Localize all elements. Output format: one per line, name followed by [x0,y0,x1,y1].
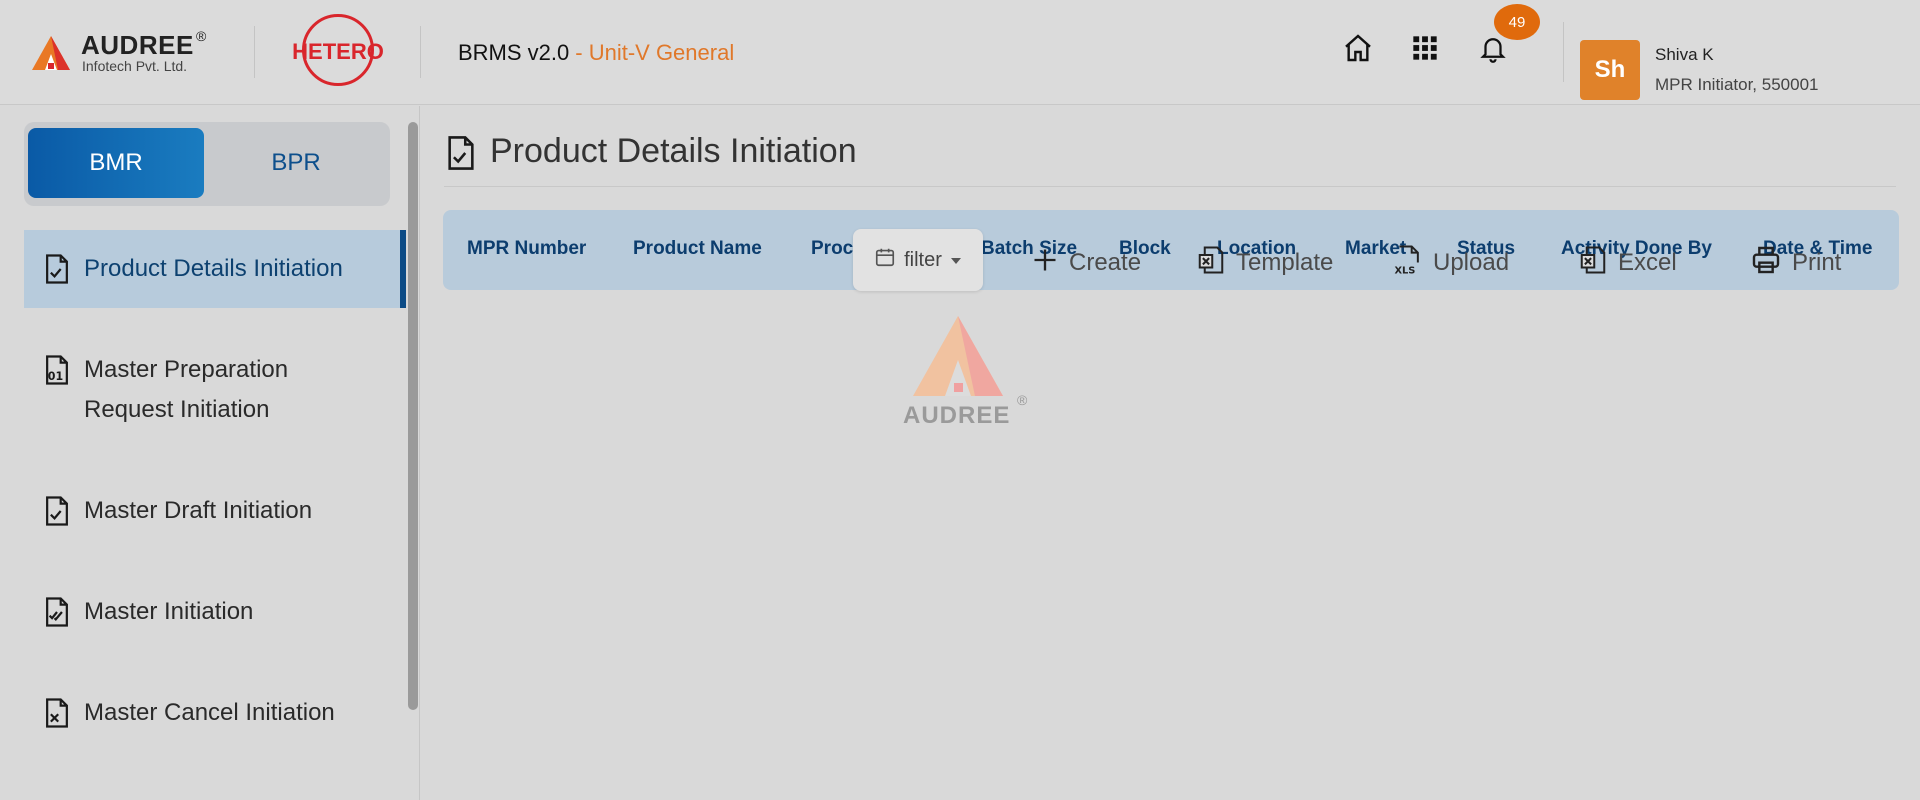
hetero-logo: HETERO [288,14,388,90]
upload-button[interactable]: XLS Upload [1393,234,1509,292]
page-title: Product Details Initiation [490,132,857,170]
unit-name: - Unit-V General [575,40,735,65]
user-role: MPR Initiator, 550001 [1655,75,1819,94]
app-name: BRMS v2.0 [458,40,570,65]
audree-watermark: AUDREE ® [903,316,1033,429]
column-header-mpr-number[interactable]: MPR Number [467,238,586,260]
top-header: AUDREE ® Infotech Pvt. Ltd. HETERO BRMS … [0,0,1920,105]
sidebar-item-master-draft-initiation[interactable]: Master Draft Initiation [24,491,406,541]
user-name: Shiva K [1655,45,1714,64]
document-check-icon [444,134,478,177]
create-label: Create [1069,249,1142,276]
watermark-reg: ® [1017,392,1028,408]
filter-button[interactable]: filter [853,229,983,291]
column-header-proc[interactable]: Proc [811,238,853,260]
sidebar-item-label: Product Details Initiation [84,255,343,282]
table-header: MPR Number Product Name Proc Batch Size … [443,210,1899,290]
bmr-bpr-toggle: BMR BPR [24,122,390,206]
audree-logo[interactable]: AUDREE ® Infotech Pvt. Ltd. [30,28,220,78]
svg-text:XLS: XLS [1394,265,1415,275]
audree-logo-icon [32,36,70,70]
sidebar-item-label: Master Cancel Initiation [84,699,335,726]
header-divider [254,26,255,78]
avatar[interactable]: Sh [1580,40,1640,100]
sidebar-item-master-preparation-request-initiation[interactable]: 01 Master Preparation Request Initiation [24,350,406,446]
print-button[interactable]: Print [1750,234,1841,292]
sidebar-item-master-cancel-initiation[interactable]: Master Cancel Initiation [24,693,406,743]
excel-file-icon [1196,245,1226,282]
document-check-icon [42,491,76,531]
home-icon[interactable] [1340,30,1376,66]
notification-badge[interactable]: 49 [1494,4,1540,40]
document-check-icon [42,249,76,289]
sidebar-item-label-line: Request Initiation [84,396,270,423]
sidebar-item-label: Master Preparation Request Initiation [84,350,288,430]
template-label: Template [1236,249,1334,276]
excel-button[interactable]: Excel [1578,234,1677,292]
sidebar-item-product-details-initiation[interactable]: Product Details Initiation [24,230,406,308]
create-button[interactable]: Create [1031,234,1141,292]
app-title: BRMS v2.0- Unit-V General [458,40,734,66]
sidebar-item-label: Master Initiation [84,598,254,625]
excel-label: Excel [1618,249,1677,276]
sidebar-item-master-initiation[interactable]: Master Initiation [24,592,406,642]
column-header-product-name[interactable]: Product Name [633,238,762,260]
sidebar-item-label-line: Master Preparation [84,356,289,383]
printer-icon [1750,244,1782,283]
brand-subtitle: Infotech Pvt. Ltd. [82,58,188,74]
document-double-check-icon [42,592,76,632]
xls-file-icon: XLS [1393,244,1423,283]
upload-label: Upload [1433,249,1510,276]
sidebar-scrollbar[interactable] [408,122,418,710]
page-title-row: Product Details Initiation [444,130,1896,187]
brand-registered-mark: ® [196,28,207,44]
svg-text:01: 01 [48,370,63,383]
header-divider [1563,22,1564,82]
brand-name: AUDREE [81,30,194,60]
watermark-text: AUDREE [903,402,1011,429]
apps-grid-icon[interactable] [1407,30,1443,66]
plus-icon [1031,246,1059,281]
header-divider [420,26,421,78]
sidebar-item-label: Master Draft Initiation [84,497,313,524]
template-button[interactable]: Template [1196,234,1333,292]
sidebar: BMR BPR Product Details Initiation 01 Ma… [0,106,420,800]
document-cancel-icon [42,693,76,733]
excel-file-icon [1578,245,1608,282]
print-label: Print [1792,249,1842,276]
bpr-toggle-button[interactable]: BPR [208,128,384,198]
binary-file-icon: 01 [42,350,76,390]
calendar-icon [874,246,896,274]
hetero-logo-text: HETERO [292,39,384,64]
bmr-toggle-button[interactable]: BMR [28,128,204,198]
chevron-down-icon [950,249,962,272]
filter-label: filter [904,248,942,271]
